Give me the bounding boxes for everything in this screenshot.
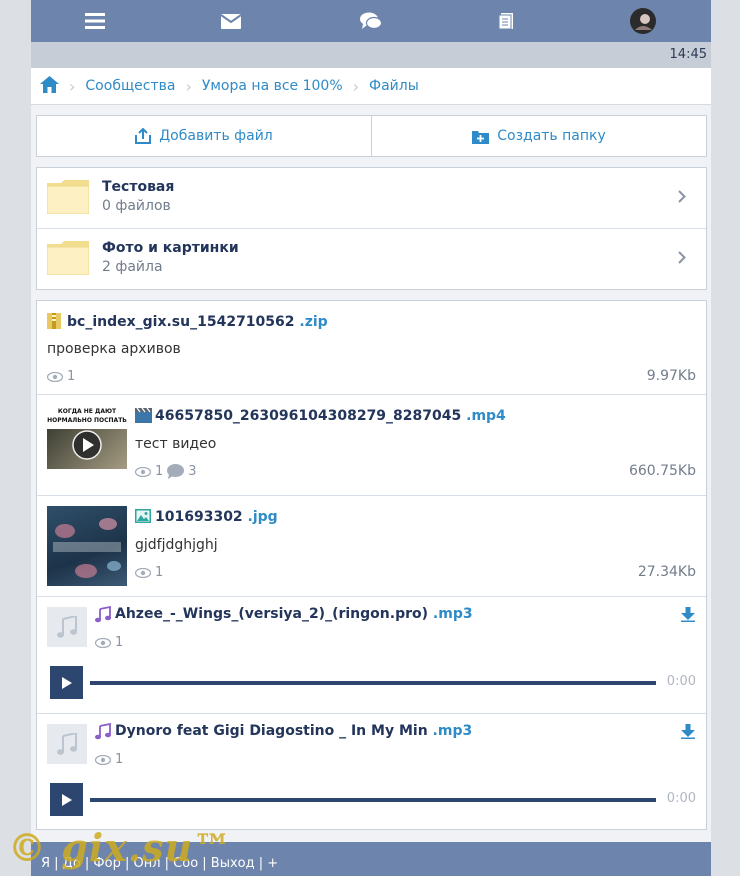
video-thumbnail[interactable]: КОГДА НЕ ДАЮТ НОРМАЛЬНО ПОСПАТЬ bbox=[47, 405, 127, 469]
play-icon bbox=[61, 676, 72, 689]
file-description: тест видео bbox=[135, 436, 217, 452]
eye-icon bbox=[135, 567, 151, 578]
file-item[interactable]: КОГДА НЕ ДАЮТ НОРМАЛЬНО ПОСПАТЬ 46657850… bbox=[37, 395, 706, 496]
file-views: 1 bbox=[47, 369, 75, 384]
create-folder-button[interactable]: Создать папку bbox=[371, 116, 706, 156]
messages-button[interactable] bbox=[201, 0, 261, 42]
play-circle-icon bbox=[72, 430, 102, 460]
file-name[interactable]: Ahzee_-_Wings_(versiya_2)_(ringon.pro) .… bbox=[115, 606, 473, 622]
folder-name: Тестовая bbox=[102, 179, 175, 195]
file-size: 27.34Kb bbox=[637, 564, 696, 580]
menu-icon bbox=[85, 13, 105, 29]
file-item[interactable]: Ahzee_-_Wings_(versiya_2)_(ringon.pro) .… bbox=[37, 597, 706, 714]
eye-icon bbox=[47, 371, 63, 382]
documents-button[interactable] bbox=[477, 0, 537, 42]
folder-count: 0 файлов bbox=[102, 198, 171, 214]
folder-item[interactable]: Фото и картинки 2 файла bbox=[37, 228, 706, 289]
file-name[interactable]: 46657850_263096104308279_8287045 .mp4 bbox=[155, 408, 506, 424]
page: 14:45 › Сообщества › Умора на все 100% ›… bbox=[31, 0, 711, 876]
folder-list: Тестовая 0 файлов Фото и картинки 2 файл… bbox=[36, 167, 707, 290]
add-file-label: Добавить файл bbox=[159, 128, 273, 144]
home-link[interactable] bbox=[40, 75, 59, 97]
breadcrumb-separator: › bbox=[352, 76, 360, 96]
right-gutter bbox=[711, 0, 740, 876]
folder-count: 2 файла bbox=[102, 259, 163, 275]
comment-count: 3 bbox=[188, 464, 197, 479]
image-icon bbox=[135, 509, 151, 523]
breadcrumb-separator: › bbox=[69, 76, 76, 96]
breadcrumb: › Сообщества › Умора на все 100% › Файлы bbox=[31, 68, 711, 105]
profile-avatar-button[interactable] bbox=[613, 0, 673, 42]
archive-icon bbox=[47, 313, 61, 329]
chat-icon bbox=[360, 12, 382, 30]
file-list: bc_index_gix.su_1542710562 .zip проверка… bbox=[36, 300, 707, 830]
left-gutter bbox=[0, 0, 31, 876]
folder-icon bbox=[47, 241, 89, 275]
breadcrumb-item-community[interactable]: Умора на все 100% bbox=[202, 78, 343, 94]
audio-player: 0:00 bbox=[50, 666, 696, 700]
watermark-logo: © gix.su™ bbox=[8, 825, 233, 870]
file-actions: Добавить файл Создать папку bbox=[36, 115, 707, 157]
view-count: 1 bbox=[155, 464, 164, 479]
file-item[interactable]: 101693302 .jpg gjdfjdghjghj 1 27.34Kb bbox=[37, 496, 706, 597]
breadcrumb-item-files[interactable]: Файлы bbox=[369, 78, 419, 94]
audio-thumbnail bbox=[47, 724, 87, 764]
eye-icon bbox=[95, 637, 111, 648]
play-button[interactable] bbox=[50, 666, 83, 699]
eye-icon bbox=[135, 466, 151, 477]
add-folder-icon bbox=[472, 130, 490, 144]
file-description: проверка архивов bbox=[47, 341, 181, 357]
mail-icon bbox=[221, 13, 241, 29]
music-note-icon bbox=[95, 606, 111, 623]
breadcrumb-item-communities[interactable]: Сообщества bbox=[85, 78, 175, 94]
file-views: 1 bbox=[95, 635, 123, 650]
audio-thumbnail bbox=[47, 607, 87, 647]
create-folder-label: Создать папку bbox=[497, 128, 606, 144]
file-item[interactable]: Dynoro feat Gigi Diagostino _ In My Min … bbox=[37, 714, 706, 829]
file-stats: 1 3 bbox=[135, 464, 197, 479]
file-name[interactable]: bc_index_gix.su_1542710562 .zip bbox=[67, 314, 328, 330]
file-name[interactable]: Dynoro feat Gigi Diagostino _ In My Min … bbox=[115, 723, 472, 739]
download-icon[interactable] bbox=[681, 724, 695, 739]
file-item[interactable]: bc_index_gix.su_1542710562 .zip проверка… bbox=[37, 301, 706, 395]
audio-progress-track[interactable] bbox=[90, 798, 656, 802]
file-description: gjdfjdghjghj bbox=[135, 537, 218, 553]
eye-icon bbox=[95, 754, 111, 765]
music-note-icon bbox=[95, 723, 111, 740]
audio-time: 0:00 bbox=[666, 791, 696, 806]
home-icon bbox=[40, 75, 59, 93]
folder-name: Фото и картинки bbox=[102, 240, 239, 256]
chevron-right-icon bbox=[678, 251, 686, 264]
file-views: 1 bbox=[95, 752, 123, 767]
image-thumbnail[interactable] bbox=[47, 506, 127, 586]
top-navbar bbox=[31, 0, 711, 42]
audio-progress-track[interactable] bbox=[90, 681, 656, 685]
upload-icon bbox=[135, 128, 152, 144]
video-icon bbox=[135, 408, 152, 423]
menu-button[interactable] bbox=[65, 0, 125, 42]
audio-time: 0:00 bbox=[666, 674, 696, 689]
chat-button[interactable] bbox=[341, 0, 401, 42]
folder-icon bbox=[47, 180, 89, 214]
file-size: 9.97Kb bbox=[646, 368, 696, 384]
music-note-icon bbox=[57, 733, 77, 755]
chevron-right-icon bbox=[678, 190, 686, 203]
breadcrumb-separator: › bbox=[185, 76, 192, 96]
play-button[interactable] bbox=[50, 783, 83, 816]
music-note-icon bbox=[57, 616, 77, 638]
file-size: 660.75Kb bbox=[628, 463, 696, 479]
thumbnail-caption: КОГДА НЕ ДАЮТ НОРМАЛЬНО ПОСПАТЬ bbox=[47, 405, 127, 429]
add-file-button[interactable]: Добавить файл bbox=[37, 116, 371, 156]
audio-player: 0:00 bbox=[50, 783, 696, 817]
avatar bbox=[630, 8, 656, 34]
documents-icon bbox=[498, 13, 513, 30]
folder-item[interactable]: Тестовая 0 файлов bbox=[37, 168, 706, 228]
comment-icon bbox=[167, 464, 185, 479]
play-icon bbox=[61, 793, 72, 806]
file-name[interactable]: 101693302 .jpg bbox=[155, 509, 278, 525]
clock: 14:45 bbox=[669, 47, 707, 62]
download-icon[interactable] bbox=[681, 607, 695, 622]
status-bar: 14:45 bbox=[31, 42, 711, 68]
file-views: 1 bbox=[135, 565, 163, 580]
